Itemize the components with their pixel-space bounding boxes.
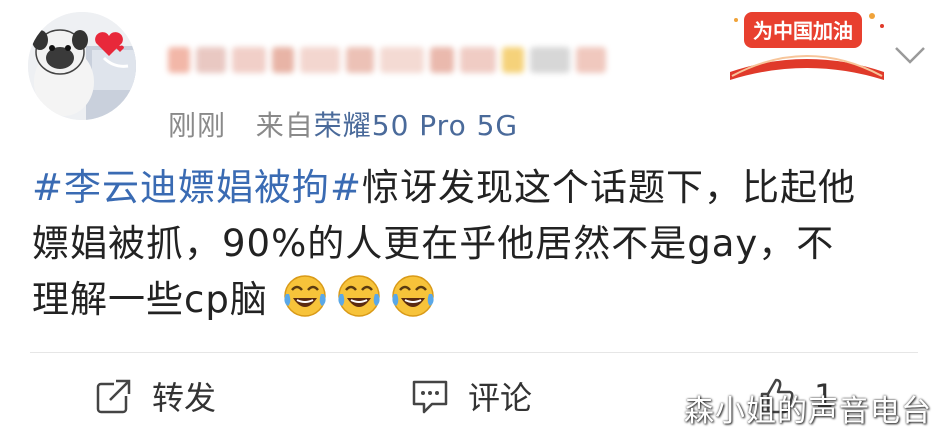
post-content: #李云迪嫖娼被拘#惊讶发现这个话题下，比起他 嫖娼被抓，90%的人更在乎他居然不… (32, 160, 927, 328)
repost-button[interactable]: 转发 (94, 372, 216, 420)
post-meta: 刚刚 来自荣耀50 Pro 5G (168, 104, 518, 144)
post-time: 刚刚 (168, 109, 227, 142)
laugh-cry-emoji (283, 275, 326, 317)
username-redacted[interactable] (168, 40, 608, 80)
heart-icon (95, 32, 124, 56)
banner-label: 为中国加油 (753, 19, 853, 43)
laugh-cry-emoji (337, 275, 380, 317)
comment-label: 评论 (468, 379, 533, 417)
cheer-china-banner[interactable]: 为中国加油 (722, 6, 892, 84)
watermark-text: 森小姐的声音电台 (684, 394, 932, 429)
post-text-3: 理解一些cp脑 (32, 278, 268, 321)
hashtag-link[interactable]: #李云迪嫖娼被拘# (32, 166, 362, 209)
repost-label: 转发 (152, 379, 217, 417)
divider (30, 352, 918, 353)
comment-button[interactable]: 评论 (410, 372, 532, 420)
pug-avatar-icon (28, 12, 136, 120)
avatar[interactable] (28, 12, 136, 120)
source-prefix: 来自 (255, 109, 314, 142)
comment-icon (412, 380, 448, 414)
laugh-cry-emoji (391, 275, 434, 317)
repost-icon (96, 378, 132, 414)
source-device[interactable]: 荣耀50 Pro 5G (314, 109, 518, 142)
post-text-2: 嫖娼被抓，90%的人更在乎他居然不是gay，不 (32, 222, 835, 265)
chevron-down-icon[interactable] (890, 40, 930, 70)
post-text-1: 惊讶发现这个话题下，比起他 (362, 166, 857, 209)
